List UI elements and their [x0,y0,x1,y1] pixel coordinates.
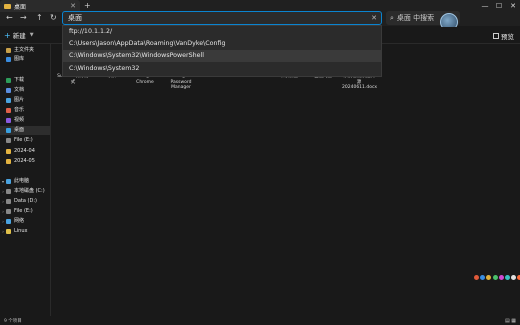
sidebar-item-label: 图片 [14,97,25,103]
sidebar-item-videos[interactable]: 视频 [0,116,50,125]
download-icon [6,78,11,83]
tray-app-icon[interactable] [504,275,510,280]
preview-label: 预览 [501,33,514,41]
tray-app-icon[interactable] [511,275,517,280]
search-placeholder: 桌面 中搜索 [396,14,435,22]
clear-address-icon[interactable]: ✕ [371,14,377,22]
sidebar-item-home[interactable]: 主文件夹 [0,46,50,55]
plus-icon: + [4,30,11,40]
suggestion-item[interactable]: C:\Users\Jason\AppData\Roaming\VanDyke\C… [63,38,381,50]
up-button[interactable]: ↑ [36,13,43,22]
sidebar-item-label: 2024-04 [14,148,35,154]
close-window-button[interactable]: ✕ [506,0,520,12]
tray-app-icon[interactable] [498,275,504,280]
sidebar-item-file-e[interactable]: File (E:) [0,136,50,145]
sidebar-item-this-pc[interactable]: ▾ 此电脑 [0,177,50,186]
sidebar-item-label: 图库 [14,56,25,62]
sidebar-item-data-d[interactable]: › Data (D:) [0,197,50,206]
sidebar-item-pictures[interactable]: 图片 [0,96,50,105]
new-button[interactable]: + 新建 ▼ [4,30,34,41]
suggestion-item[interactable]: C:\Windows\System32\WindowsPowerShell [63,50,381,62]
new-tab-button[interactable]: + [84,1,91,10]
sidebar-item-label: 主文件夹 [14,47,35,53]
documents-icon [6,88,11,93]
music-icon [6,108,11,113]
tray-app-icon[interactable] [474,275,479,280]
sidebar-item-network[interactable]: › 网络 [0,217,50,226]
suggestion-item[interactable]: C:\Windows\System32 [63,63,381,75]
sidebar-item-label: Data (D:) [14,198,37,204]
search-icon: ⌕ [390,13,394,22]
minimize-button[interactable]: — [478,0,492,12]
maximize-button[interactable]: ☐ [492,0,506,12]
sidebar-item-2024-04[interactable]: 2024-04 [0,147,50,156]
tray-app-icon[interactable] [480,275,486,280]
forward-button[interactable]: → [20,13,27,22]
desktop-icon [6,128,11,133]
sidebar-item-2024-05[interactable]: 2024-05 [0,157,50,166]
sidebar-item-local-disk-c[interactable]: › 本地磁盘 (C:) [0,187,50,196]
pictures-icon [6,98,11,103]
address-suggestions: ftp://10.1.1.2/ C:\Users\Jason\AppData\R… [62,25,382,77]
tray-app-icon[interactable] [486,275,492,280]
sidebar-item-label: 网络 [14,218,25,224]
sidebar-item-label: 2024-05 [14,158,35,164]
sidebar-item-label: 视频 [14,117,25,123]
sidebar-item-documents[interactable]: 文档 [0,86,50,95]
window-controls: — ☐ ✕ [478,0,520,12]
sidebar-item-label: 下载 [14,77,25,83]
sidebar-item-linux[interactable]: › Linux [0,227,50,236]
videos-icon [6,118,11,123]
tab-title: 桌面 [14,3,27,11]
close-tab-icon[interactable]: ✕ [70,2,76,10]
navigation-pane: 主文件夹 图库 下载 文档 图片 音乐 视频 桌面 File (E:) 2024… [0,44,51,316]
chevron-down-icon: ▼ [29,32,34,38]
view-toggle-icons[interactable]: ▤ ▦ [505,318,516,324]
sidebar-item-label: File (E:) [14,208,33,214]
sidebar-item-music[interactable]: 音乐 [0,106,50,115]
linux-icon [6,229,11,234]
back-button[interactable]: ← [6,13,13,22]
address-bar[interactable]: 桌面 ✕ [62,11,382,25]
gallery-icon [6,57,11,62]
address-input[interactable]: 桌面 [68,13,371,23]
suggestion-item[interactable]: ftp://10.1.1.2/ [63,26,381,38]
sidebar-item-label: 文档 [14,87,25,93]
status-item-count: 9 个项目 [4,319,22,324]
new-button-label: 新建 [12,32,26,40]
sidebar-item-label: Linux [14,228,28,234]
preview-pane-icon [493,33,499,39]
folder-icon [4,3,11,9]
drive-icon [6,209,11,214]
sidebar-item-file-e-2[interactable]: › File (E:) [0,207,50,216]
drive-icon [6,138,11,143]
refresh-button[interactable]: ↻ [50,13,57,22]
sidebar-item-desktop[interactable]: 桌面 [0,126,50,135]
tray-icons [474,275,520,280]
sidebar-item-label: 音乐 [14,107,25,113]
this-pc-icon [6,179,11,184]
sidebar-item-label: 本地磁盘 (C:) [14,188,45,194]
home-icon [6,48,11,53]
sidebar-item-label: 桌面 [14,127,25,133]
drive-icon [6,189,11,194]
folder-icon [6,159,11,164]
preview-button[interactable]: 预览 [493,31,514,41]
sidebar-item-label: 此电脑 [14,178,30,184]
network-icon [6,219,11,224]
folder-icon [6,149,11,154]
sidebar-item-label: File (E:) [14,137,33,143]
tray-app-icon[interactable] [492,275,498,280]
sidebar-item-gallery[interactable]: 图库 [0,55,50,64]
drive-icon [6,199,11,204]
sidebar-item-downloads[interactable]: 下载 [0,76,50,85]
